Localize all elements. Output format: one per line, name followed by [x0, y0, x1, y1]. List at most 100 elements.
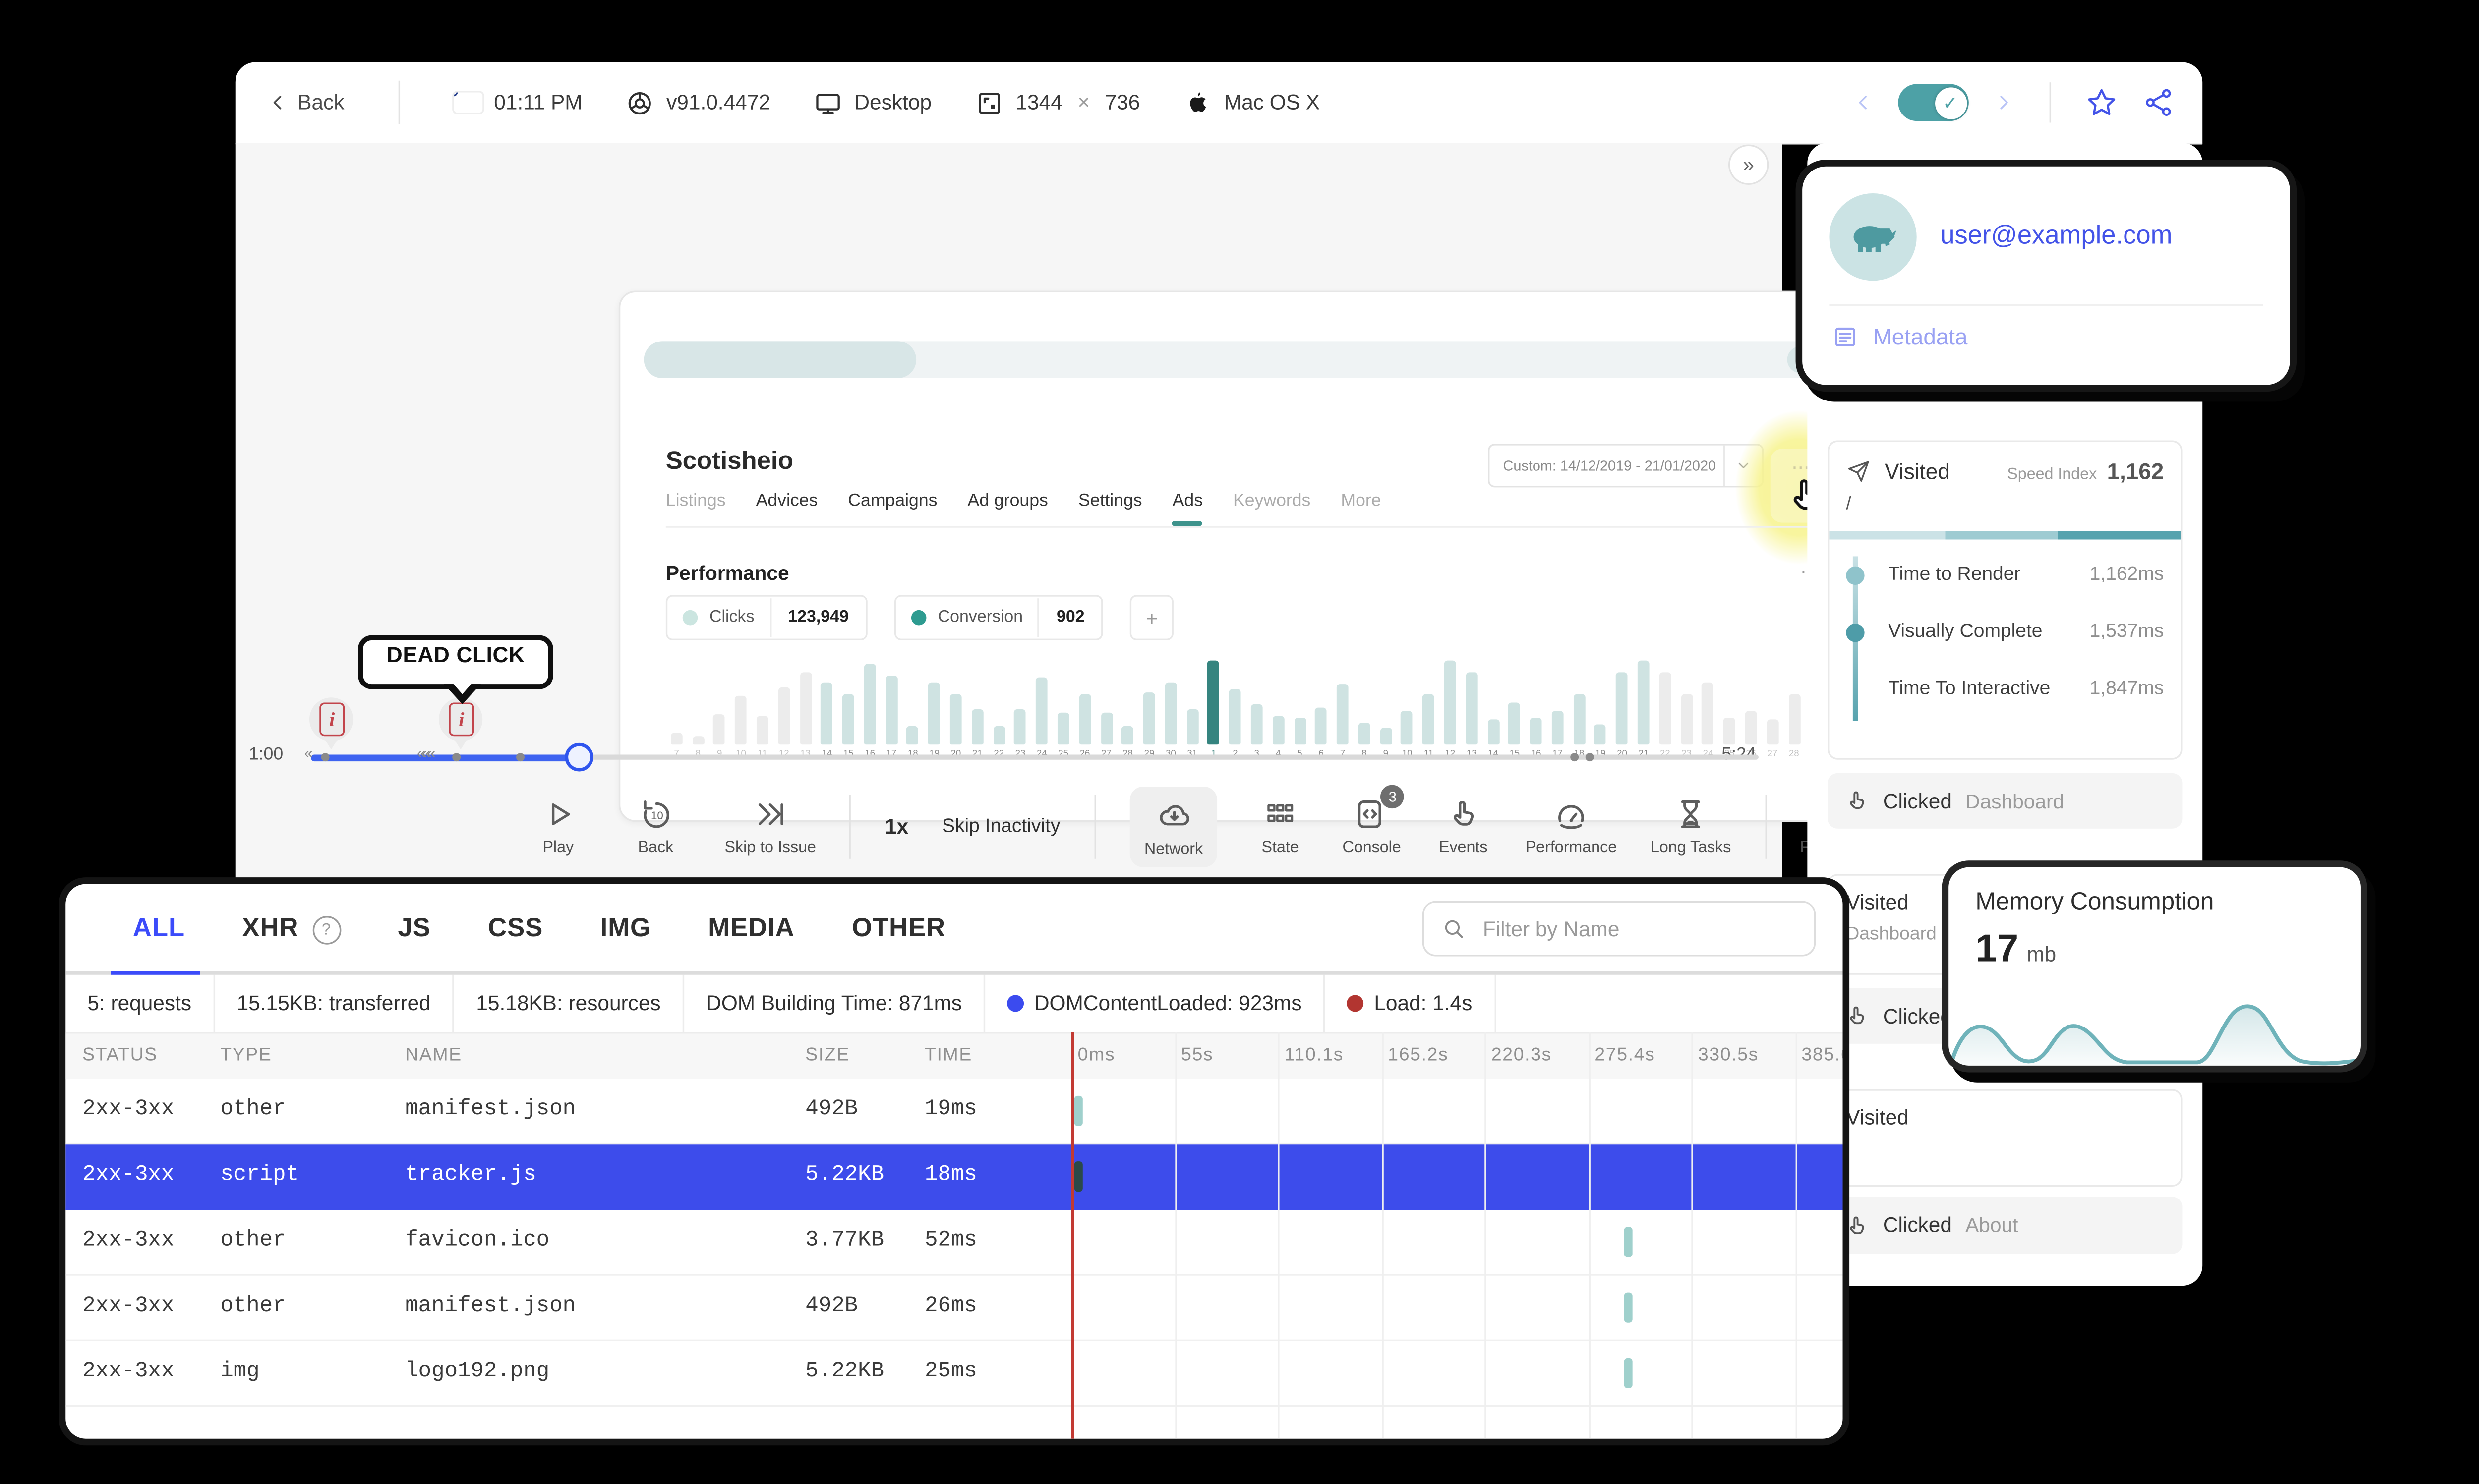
- mock-tab-ads[interactable]: Ads: [1172, 491, 1203, 526]
- memory-value: 17: [1975, 926, 2019, 970]
- autoplay-toggle[interactable]: ✓: [1898, 84, 1969, 121]
- chart-bar: 15: [838, 649, 859, 760]
- event-clicked-about[interactable]: Clicked About: [1828, 1197, 2183, 1254]
- waterfall-bar: [1074, 1095, 1083, 1126]
- monitor-icon: [814, 88, 843, 117]
- network-row-tracker-js[interactable]: 2xx-3xx script tracker.js 5.22KB 18ms: [65, 1144, 1843, 1210]
- paper-plane-icon: [1846, 459, 1871, 484]
- network-tab-xhr[interactable]: XHR?: [242, 914, 341, 945]
- chart-bar: 30: [1160, 649, 1181, 760]
- chart-bar: 25: [1053, 649, 1074, 760]
- chart-bar: 8: [1354, 649, 1375, 760]
- network-filter[interactable]: [1422, 901, 1816, 957]
- network-tab-img[interactable]: IMG: [600, 914, 651, 945]
- toggle-check-icon: ✓: [1934, 86, 1966, 119]
- col-size: SIZE: [805, 1045, 850, 1066]
- event-clicked-dashboard[interactable]: Clicked Dashboard: [1828, 773, 2183, 829]
- filter-input[interactable]: [1479, 915, 1797, 942]
- chart-bar: 24: [1031, 649, 1053, 760]
- issue-marker[interactable]: i: [309, 697, 354, 750]
- metric-chip-conversion[interactable]: Conversion 902: [894, 595, 1103, 640]
- summary-15-18kb: 15.18KB: resources: [454, 974, 685, 1032]
- mock-tab-keywords[interactable]: Keywords: [1233, 491, 1310, 511]
- network-table-header: STATUS TYPE NAME SIZE TIME 0ms 55s 110.1s 165.2s…: [65, 1033, 1843, 1080]
- network-row-logo192-png[interactable]: 2xx-3xx img logo192.png 5.22KB 25ms: [65, 1341, 1843, 1407]
- network-row-favicon-ico[interactable]: 2xx-3xx other favicon.ico 3.77KB 52ms: [65, 1210, 1843, 1276]
- network-tab-all[interactable]: ALL: [133, 914, 185, 945]
- mock-tab-more[interactable]: More: [1341, 491, 1381, 511]
- col-status: STATUS: [82, 1045, 158, 1066]
- col-name: NAME: [405, 1045, 462, 1066]
- network-row-manifest-json[interactable]: 2xx-3xx other manifest.json 492B 19ms: [65, 1079, 1843, 1145]
- tick-220-3s: 220.3s: [1491, 1045, 1552, 1066]
- network-button[interactable]: Network: [1129, 786, 1218, 867]
- divider: [398, 80, 400, 124]
- back-button[interactable]: Back: [266, 91, 344, 114]
- network-tab-other[interactable]: OTHER: [852, 914, 945, 945]
- network-row-manifest-json[interactable]: 2xx-3xx other manifest.json 492B 26ms: [65, 1276, 1843, 1342]
- metric-dot: [911, 610, 926, 626]
- performance-heading: Performance: [665, 561, 789, 585]
- mock-tab-ad-groups[interactable]: Ad groups: [968, 491, 1048, 511]
- chart-bar: 17: [881, 649, 902, 760]
- user-email[interactable]: user@example.com: [1940, 222, 2172, 252]
- chart-bar: 13: [795, 649, 816, 760]
- mock-tab-advices[interactable]: Advices: [756, 491, 818, 511]
- chart-bar: 13: [1461, 649, 1482, 760]
- add-metric-button[interactable]: +: [1130, 595, 1174, 640]
- timeline-progress: [311, 753, 580, 761]
- chart-bar: 10: [730, 649, 752, 760]
- tick-165-2s: 165.2s: [1388, 1045, 1449, 1066]
- summary-dom-building-time: DOM Building Time: 871ms: [684, 974, 986, 1032]
- network-tab-media[interactable]: MEDIA: [708, 914, 794, 945]
- speed-button[interactable]: 1x: [885, 815, 908, 839]
- share-icon[interactable]: [2142, 86, 2176, 119]
- network-summary-row: 5: requests 15.15KB: transferred 15.18KB: …: [65, 974, 1843, 1034]
- help-icon[interactable]: ?: [312, 915, 341, 944]
- chart-bar: 28: [1117, 649, 1138, 760]
- play-button[interactable]: Play: [530, 797, 587, 857]
- back-button[interactable]: 10 Back: [627, 797, 684, 857]
- timing-segments: [1829, 531, 2181, 540]
- skip-to-issue-button[interactable]: Skip to Issue: [725, 797, 816, 857]
- chart-bar: 21: [967, 649, 988, 760]
- avatar: [1829, 193, 1917, 281]
- mock-tab-settings[interactable]: Settings: [1078, 491, 1142, 511]
- metadata-button[interactable]: Metadata: [1802, 306, 2290, 349]
- memory-wave-chart: [1948, 992, 2361, 1066]
- next-session-button[interactable]: [1992, 91, 2015, 114]
- summary-15-15kb: 15.15KB: transferred: [215, 974, 455, 1032]
- metric-chip-clicks[interactable]: Clicks 123,949: [665, 595, 868, 640]
- chart-bar: 12: [1439, 649, 1461, 760]
- event-visited[interactable]: Visited: [1828, 1089, 2183, 1187]
- tick-275-4s: 275.4s: [1594, 1045, 1655, 1066]
- mock-tab-listings[interactable]: Listings: [666, 491, 726, 511]
- chart-bar: 20: [1611, 649, 1633, 760]
- chart-bar: 31: [1181, 649, 1203, 760]
- performance-button[interactable]: Performance: [1526, 797, 1617, 857]
- long-tasks-button[interactable]: Long Tasks: [1651, 797, 1731, 857]
- timeline-playhead[interactable]: [565, 742, 594, 772]
- chart-bar: 12: [773, 649, 795, 760]
- operating-system: Mac OS X: [1184, 88, 1320, 117]
- session-toolbar: Back 01:11 PM v91.0.4472 Desktop 1344 × …: [235, 62, 2203, 145]
- replayed-page: Scotisheio Custom: 14/12/2019 - 21/01/20…: [618, 290, 1913, 822]
- state-button[interactable]: State: [1251, 797, 1308, 857]
- network-tab-css[interactable]: CSS: [488, 914, 543, 945]
- console-button[interactable]: 3 Console: [1343, 785, 1405, 857]
- network-tab-js[interactable]: JS: [398, 914, 431, 945]
- collapse-sidebar-button[interactable]: »: [1728, 144, 1769, 185]
- date-range-select[interactable]: Custom: 14/12/2019 - 21/01/2020: [1488, 444, 1764, 488]
- chart-bar: 22: [988, 649, 1009, 760]
- events-button[interactable]: Events: [1435, 797, 1492, 857]
- event-visited-card[interactable]: Visited Speed Index 1,162 / Time to Rend…: [1828, 440, 2183, 760]
- search-icon: [1441, 916, 1466, 941]
- favorite-star-icon[interactable]: [2085, 86, 2119, 119]
- browser-version: v91.0.4472: [626, 88, 770, 117]
- visited-path: /: [1846, 494, 1851, 514]
- timeline-event-dot[interactable]: [516, 752, 525, 761]
- mock-tab-campaigns[interactable]: Campaigns: [848, 491, 937, 511]
- prev-session-button[interactable]: [1851, 91, 1874, 114]
- skip-inactivity-button[interactable]: Skip Inactivity: [942, 817, 1060, 837]
- chart-bar: 25: [1719, 649, 1740, 760]
